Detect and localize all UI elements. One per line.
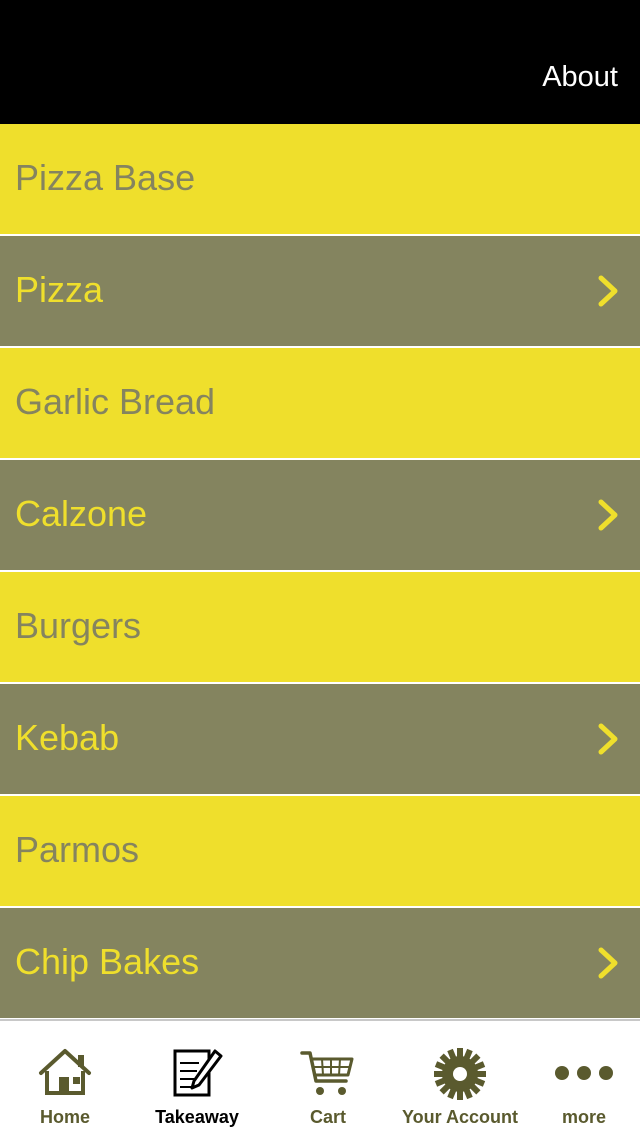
category-item-parmos[interactable]: Parmos <box>0 796 640 908</box>
category-label: Chip Bakes <box>15 941 200 982</box>
chevron-right-icon <box>598 723 618 755</box>
chevron-right-icon <box>598 499 618 531</box>
category-label: Pizza <box>15 269 104 310</box>
category-label: Pizza Base <box>15 157 196 198</box>
category-item-chip-bakes[interactable]: Chip Bakes <box>0 908 640 1020</box>
more-dots-icon <box>555 1066 613 1080</box>
category-label: Kebab <box>15 717 120 758</box>
tab-label: Takeaway <box>155 1107 239 1127</box>
category-item-garlic-bread[interactable]: Garlic Bread <box>0 348 640 460</box>
tab-label: Your Account <box>402 1107 518 1127</box>
tab-label: more <box>561 1107 606 1127</box>
app-screen: About Pizza Base Pizza Garlic Bread Calz… <box>0 0 640 1136</box>
category-list: Pizza Base Pizza Garlic Bread Calzone Bu… <box>0 124 640 1020</box>
category-label: Garlic Bread <box>15 381 216 422</box>
category-item-pizza[interactable]: Pizza <box>0 236 640 348</box>
category-item-kebab[interactable]: Kebab <box>0 684 640 796</box>
tab-label: Cart <box>309 1107 346 1127</box>
category-label: Calzone <box>15 493 148 534</box>
tab-bar: Home Takeaway Cart Your Account more <box>0 1019 640 1136</box>
tab-your-account[interactable]: Your Account <box>392 1021 528 1136</box>
category-item-calzone[interactable]: Calzone <box>0 460 640 572</box>
top-bar: About <box>0 0 640 124</box>
category-item-burgers[interactable]: Burgers <box>0 572 640 684</box>
tab-takeaway[interactable]: Takeaway <box>130 1021 264 1136</box>
home-icon <box>39 1049 91 1095</box>
cart-icon <box>300 1051 354 1095</box>
chevron-right-icon <box>598 947 618 979</box>
notepad-pen-icon <box>173 1049 223 1097</box>
category-label: Burgers <box>15 605 142 646</box>
about-button[interactable]: About <box>542 58 618 96</box>
tab-cart[interactable]: Cart <box>264 1021 392 1136</box>
category-item-pizza-base[interactable]: Pizza Base <box>0 124 640 236</box>
tab-home[interactable]: Home <box>0 1021 130 1136</box>
category-label: Parmos <box>15 829 140 870</box>
tab-more[interactable]: more <box>528 1021 640 1136</box>
gear-icon <box>434 1048 486 1100</box>
tab-label: Home <box>39 1107 90 1127</box>
chevron-right-icon <box>598 275 618 307</box>
